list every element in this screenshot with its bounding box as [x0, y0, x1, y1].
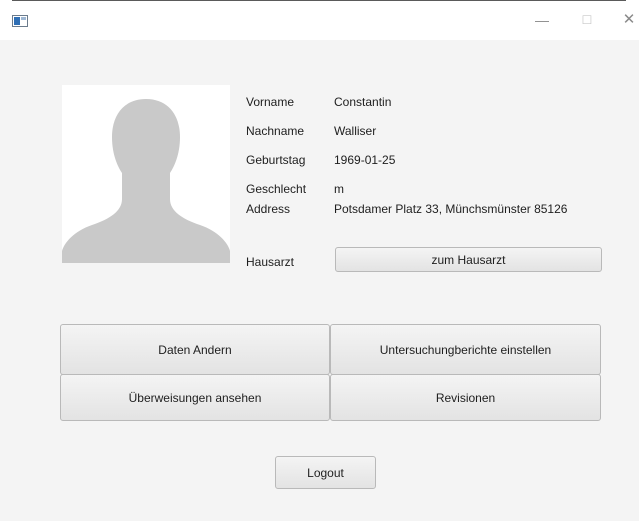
- app-icon: [12, 15, 28, 27]
- value-address: Potsdamer Platz 33, Münchsmünster 85126: [334, 202, 568, 216]
- revisionen-button[interactable]: Revisionen: [330, 374, 601, 421]
- ueberweisungen-button[interactable]: Überweisungen ansehen: [60, 374, 330, 421]
- label-hausarzt: Hausarzt: [246, 255, 295, 269]
- maximize-icon: ☐: [581, 13, 593, 27]
- value-vorname: Constantin: [334, 95, 392, 109]
- label-nachname: Nachname: [246, 124, 305, 138]
- close-icon: ✕: [622, 11, 636, 28]
- title-bar: — ☐ ✕: [0, 0, 639, 40]
- avatar: [62, 85, 230, 263]
- value-geburtstag: 1969-01-25: [334, 153, 396, 167]
- zum-hausarzt-button[interactable]: zum Hausarzt: [335, 247, 602, 272]
- minimize-icon: —: [535, 12, 549, 28]
- person-silhouette-icon: [62, 99, 230, 263]
- title-bar-top-edge: [12, 0, 626, 1]
- close-button[interactable]: ✕: [617, 10, 639, 30]
- minimize-button[interactable]: —: [530, 10, 554, 30]
- untersuchungsberichte-button[interactable]: Untersuchungberichte einstellen: [330, 324, 601, 375]
- label-vorname: Vorname: [246, 95, 295, 109]
- value-geschlecht: m: [334, 182, 344, 196]
- value-nachname: Walliser: [334, 124, 377, 138]
- daten-andern-button[interactable]: Daten Andern: [60, 324, 330, 375]
- maximize-button[interactable]: ☐: [575, 10, 599, 30]
- label-geschlecht: Geschlecht: [246, 182, 307, 196]
- label-address: Address: [246, 202, 291, 216]
- logout-button[interactable]: Logout: [275, 456, 376, 489]
- label-geburtstag: Geburtstag: [246, 153, 306, 167]
